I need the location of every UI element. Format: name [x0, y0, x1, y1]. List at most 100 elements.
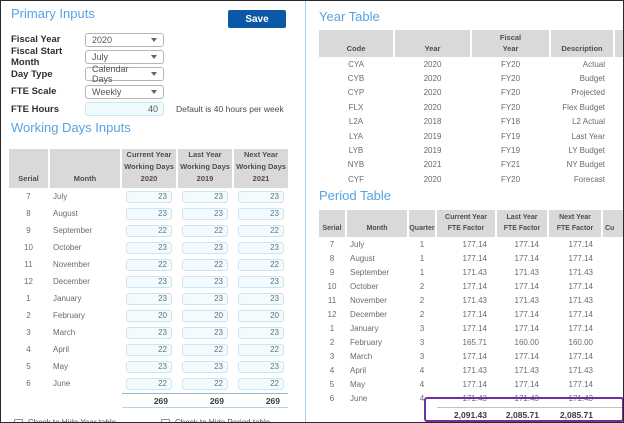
working-days-input[interactable]: 22 [126, 259, 172, 271]
period-quarter-cell: 2 [409, 279, 435, 293]
working-days-input[interactable]: 23 [182, 208, 228, 220]
working-days-input[interactable]: 23 [238, 242, 284, 254]
wd-serial-cell: 4 [9, 341, 48, 358]
period-cy-cell: 177.14 [437, 237, 495, 251]
wd-value-cell: 22 [178, 222, 232, 239]
wd-value-cell: 23 [122, 239, 176, 256]
working-days-input[interactable]: 20 [182, 310, 228, 322]
working-days-input[interactable]: 20 [238, 310, 284, 322]
header-line: 2021 [234, 173, 288, 185]
header-line: FTE Factor [437, 223, 495, 234]
wd-serial-cell: 12 [9, 273, 48, 290]
year-extra-cell [615, 172, 624, 186]
year-year-cell: 2020 [395, 71, 470, 85]
period-cy-cell: 171.43 [437, 363, 495, 377]
working-days-input[interactable]: 22 [238, 344, 284, 356]
working-days-input[interactable]: 22 [126, 344, 172, 356]
period-month-cell: April [347, 363, 407, 377]
header-line: Next Year [549, 212, 601, 223]
working-days-input[interactable]: 23 [182, 327, 228, 339]
year-code-cell: LYB [319, 143, 393, 157]
working-days-input[interactable]: 23 [126, 208, 172, 220]
fte-hours-input[interactable]: 40 [85, 102, 164, 116]
year-fy-cell: FY20 [472, 172, 549, 186]
period-ny-cell: 177.14 [549, 279, 601, 293]
wd-value-cell: 23 [122, 188, 176, 205]
period-cut-cell [603, 377, 624, 391]
wd-month-cell: October [50, 239, 120, 256]
header-line: Year [472, 43, 549, 54]
wd-value-cell: 23 [178, 358, 232, 375]
save-button[interactable]: Save [228, 10, 286, 28]
working-days-input[interactable]: 22 [126, 378, 172, 390]
working-days-input[interactable]: 20 [126, 310, 172, 322]
working-days-input[interactable]: 23 [182, 191, 228, 203]
period-month-cell: March [347, 349, 407, 363]
header-line: Last Year [497, 212, 547, 223]
fte-hours-label: FTE Hours [11, 104, 85, 115]
working-days-input[interactable]: 23 [238, 208, 284, 220]
working-days-input[interactable]: 22 [238, 378, 284, 390]
year-year-cell: 2021 [395, 158, 470, 172]
header-line: Working Days [178, 161, 232, 173]
header-line: Next Year [234, 149, 288, 161]
working-days-input[interactable]: 23 [182, 361, 228, 373]
working-days-input[interactable]: 23 [238, 276, 284, 288]
fte-scale-select[interactable]: Weekly [85, 85, 164, 99]
period-ly-cell: 177.14 [497, 321, 547, 335]
working-days-input[interactable]: 23 [126, 242, 172, 254]
fiscal-year-select[interactable]: 2020 [85, 33, 164, 47]
fte-scale-value: Weekly [92, 87, 121, 97]
period-month-cell: June [347, 391, 407, 405]
working-days-input[interactable]: 23 [182, 276, 228, 288]
column-header-next: Next YearWorking Days2021 [234, 149, 288, 188]
fiscal-start-month-select[interactable]: July [85, 50, 164, 64]
working-days-input[interactable]: 23 [238, 361, 284, 373]
period-serial-cell: 4 [319, 363, 345, 377]
header-line: Current Year [122, 149, 176, 161]
working-days-input[interactable]: 23 [182, 242, 228, 254]
working-days-input[interactable]: 22 [126, 225, 172, 237]
working-days-input[interactable]: 23 [126, 293, 172, 305]
period-month-cell: September [347, 265, 407, 279]
period-cut-cell [603, 279, 624, 293]
day-type-select[interactable]: Calendar Days [85, 67, 164, 81]
working-days-input[interactable]: 23 [126, 361, 172, 373]
wd-value-cell: 22 [178, 256, 232, 273]
working-days-input[interactable]: 23 [238, 293, 284, 305]
working-days-input[interactable]: 22 [182, 344, 228, 356]
wd-serial-cell: 8 [9, 205, 48, 222]
working-days-input[interactable]: 22 [182, 225, 228, 237]
period-quarter-cell: 2 [409, 293, 435, 307]
hide-year-table-checkbox[interactable] [14, 419, 23, 423]
working-days-input[interactable]: 23 [126, 191, 172, 203]
column-header-quarter: Quarter [409, 210, 435, 237]
year-fy-cell: FY21 [472, 158, 549, 172]
header-line: Last Year [178, 149, 232, 161]
year-table: CodeYearFiscalYearDescriptionCYA2020FY20… [319, 30, 624, 187]
working-days-input[interactable]: 22 [182, 378, 228, 390]
working-days-input[interactable]: 23 [126, 327, 172, 339]
header-line: Fiscal [472, 32, 549, 43]
wd-value-cell: 20 [122, 307, 176, 324]
working-days-input[interactable]: 23 [182, 293, 228, 305]
header-line: Working Days [122, 161, 176, 173]
period-total: 2,091.43 [437, 410, 495, 420]
year-fy-cell: FY20 [472, 100, 549, 114]
header-line: Current Year [437, 212, 495, 223]
period-quarter-cell: 3 [409, 349, 435, 363]
working-days-input[interactable]: 23 [238, 191, 284, 203]
wd-value-cell: 23 [122, 205, 176, 222]
wd-serial-cell: 3 [9, 324, 48, 341]
working-days-input[interactable]: 23 [238, 327, 284, 339]
year-desc-cell: Actual [551, 57, 613, 71]
wd-value-cell: 23 [234, 188, 288, 205]
hide-period-table-checkbox[interactable] [161, 419, 170, 423]
working-days-input[interactable]: 22 [238, 259, 284, 271]
period-ly-cell: 177.14 [497, 237, 547, 251]
year-desc-cell: Forecast [551, 172, 613, 186]
working-days-input[interactable]: 23 [126, 276, 172, 288]
year-year-cell: 2020 [395, 57, 470, 71]
working-days-input[interactable]: 22 [238, 225, 284, 237]
working-days-input[interactable]: 22 [182, 259, 228, 271]
